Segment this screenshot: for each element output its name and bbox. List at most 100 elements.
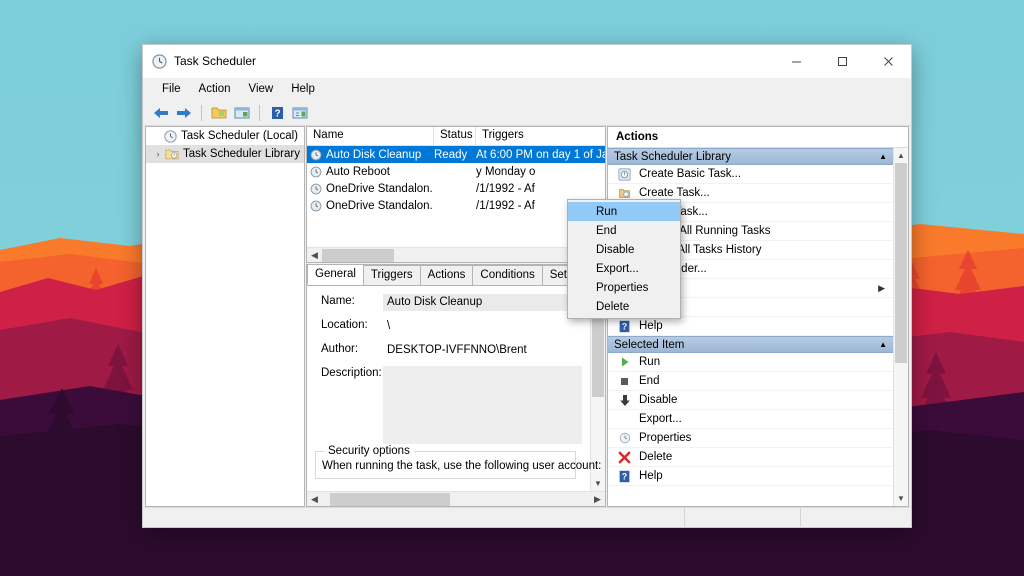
toolbar: ? xyxy=(143,100,911,126)
action-properties[interactable]: Properties xyxy=(608,429,893,448)
table-row[interactable]: OneDrive Standalon. /1/1992 - Af xyxy=(307,197,605,214)
column-header-triggers[interactable]: Triggers xyxy=(476,127,605,145)
maximize-button[interactable] xyxy=(819,45,865,78)
context-menu-item-run[interactable]: Run xyxy=(568,202,680,221)
clock-icon xyxy=(310,166,322,178)
menu-file[interactable]: File xyxy=(153,81,190,97)
action-export[interactable]: Export... xyxy=(608,410,893,429)
collapse-icon[interactable]: ▲ xyxy=(879,152,887,161)
properties-clock-icon xyxy=(615,432,634,444)
description-field[interactable] xyxy=(383,366,582,444)
window-controls xyxy=(773,45,911,78)
task-list: Name Status Triggers Auto Disk Cleanup R… xyxy=(306,126,606,263)
play-icon xyxy=(615,356,634,368)
action-delete[interactable]: Delete xyxy=(608,448,893,467)
menu-bar: File Action View Help xyxy=(143,78,911,100)
table-row[interactable]: Auto Disk Cleanup Ready At 6:00 PM on da… xyxy=(307,146,605,163)
scroll-track[interactable] xyxy=(322,491,590,506)
tree-item-task-scheduler-local[interactable]: Task Scheduler (Local) xyxy=(146,127,304,145)
task-list-rows: Auto Disk Cleanup Ready At 6:00 PM on da… xyxy=(307,146,605,247)
scroll-thumb[interactable] xyxy=(895,163,907,363)
back-arrow-icon[interactable] xyxy=(151,103,171,123)
table-row[interactable]: OneDrive Standalon. /1/1992 - Af xyxy=(307,180,605,197)
action-label: End xyxy=(639,375,660,387)
context-menu-item-properties[interactable]: Properties xyxy=(568,278,680,297)
menu-help[interactable]: Help xyxy=(282,81,324,97)
action-create-basic-task[interactable]: Create Basic Task... xyxy=(608,165,893,184)
scroll-right-icon[interactable]: ▶ xyxy=(590,494,605,505)
menu-view[interactable]: View xyxy=(240,81,283,97)
folder-clock-icon xyxy=(164,148,180,161)
table-row[interactable]: Auto Reboot y Monday o xyxy=(307,163,605,180)
actions-vertical-scrollbar[interactable]: ▲ ▼ xyxy=(893,148,908,506)
field-label-name: Name: xyxy=(321,295,355,307)
help-icon[interactable]: ? xyxy=(267,103,287,123)
stop-icon xyxy=(615,376,634,387)
scroll-track[interactable] xyxy=(894,163,908,491)
action-run[interactable]: Run xyxy=(608,353,893,372)
action-help-selected[interactable]: ? Help xyxy=(608,467,893,486)
actions-group-label: Task Scheduler Library xyxy=(614,150,731,163)
task-name: Auto Reboot xyxy=(326,165,390,178)
status-bar xyxy=(143,507,911,528)
scroll-down-icon[interactable]: ▼ xyxy=(591,476,605,491)
tab-general[interactable]: General xyxy=(307,265,364,285)
tab-triggers[interactable]: Triggers xyxy=(362,265,421,285)
tab-conditions[interactable]: Conditions xyxy=(472,265,543,285)
context-menu-item-delete[interactable]: Delete xyxy=(568,297,680,316)
scroll-thumb[interactable] xyxy=(322,248,394,262)
scroll-track[interactable] xyxy=(591,301,605,476)
status-bar-main xyxy=(143,507,685,528)
help-icon: ? xyxy=(615,470,634,483)
action-disable[interactable]: Disable xyxy=(608,391,893,410)
minimize-button[interactable] xyxy=(773,45,819,78)
details-horizontal-scrollbar[interactable]: ◀ ▶ xyxy=(307,491,605,506)
context-menu-item-disable[interactable]: Disable xyxy=(568,240,680,259)
task-triggers: /1/1992 - Af xyxy=(476,182,535,195)
task-list-horizontal-scrollbar[interactable]: ◀ ▶ xyxy=(307,247,605,262)
context-menu-item-export[interactable]: Export... xyxy=(568,259,680,278)
disable-arrow-icon xyxy=(615,394,634,407)
tree-item-label: Task Scheduler (Local) xyxy=(181,130,298,142)
column-header-status[interactable]: Status xyxy=(434,127,476,145)
scroll-down-icon[interactable]: ▼ xyxy=(894,491,908,506)
svg-text:?: ? xyxy=(622,471,627,481)
create-basic-task-icon xyxy=(615,167,634,181)
column-header-name[interactable]: Name xyxy=(307,127,434,145)
collapse-icon[interactable]: ▲ xyxy=(879,340,887,349)
tab-actions[interactable]: Actions xyxy=(419,265,474,285)
action-label: Properties xyxy=(639,432,692,444)
general-tab-fields: Name: Auto Disk Cleanup Location: \ Auth… xyxy=(307,286,601,491)
properties-icon[interactable] xyxy=(232,103,252,123)
action-help[interactable]: ? Help xyxy=(608,317,893,336)
action-label: Export... xyxy=(639,413,682,425)
context-menu: Run End Disable Export... Properties Del… xyxy=(567,199,681,319)
context-menu-item-end[interactable]: End xyxy=(568,221,680,240)
title-bar[interactable]: Task Scheduler xyxy=(143,45,911,78)
name-field[interactable]: Auto Disk Cleanup xyxy=(383,294,582,311)
scroll-track[interactable] xyxy=(322,247,590,262)
scroll-up-icon[interactable]: ▲ xyxy=(894,148,908,163)
toolbar-separator xyxy=(201,104,202,121)
menu-action[interactable]: Action xyxy=(190,81,240,97)
chevron-right-icon[interactable]: › xyxy=(152,149,164,159)
scroll-thumb[interactable] xyxy=(330,492,450,506)
close-button[interactable] xyxy=(865,45,911,78)
actions-group-selected-item[interactable]: Selected Item ▲ xyxy=(608,336,893,353)
field-row-description: Description: xyxy=(307,366,590,444)
show-hide-action-pane-icon[interactable] xyxy=(290,103,310,123)
forward-arrow-icon[interactable] xyxy=(174,103,194,123)
details-tabstrip: General Triggers Actions Conditions Sett… xyxy=(307,265,605,286)
show-hide-tree-icon[interactable] xyxy=(209,103,229,123)
tree-item-task-scheduler-library[interactable]: › Task Scheduler Library xyxy=(146,145,304,163)
action-label: Create Basic Task... xyxy=(639,168,742,180)
location-field: \ xyxy=(387,320,391,332)
field-row-author: Author: DESKTOP-IVFFNNO\Brent xyxy=(307,342,590,359)
actions-group-task-scheduler-library[interactable]: Task Scheduler Library ▲ xyxy=(608,148,893,165)
action-end[interactable]: End xyxy=(608,372,893,391)
scroll-left-icon[interactable]: ◀ xyxy=(307,250,322,261)
status-bar-segment-3 xyxy=(801,508,911,528)
submenu-arrow-icon[interactable]: ▶ xyxy=(878,283,893,294)
scroll-left-icon[interactable]: ◀ xyxy=(307,494,322,505)
task-triggers: At 6:00 PM on day 1 of Janu xyxy=(476,148,605,161)
